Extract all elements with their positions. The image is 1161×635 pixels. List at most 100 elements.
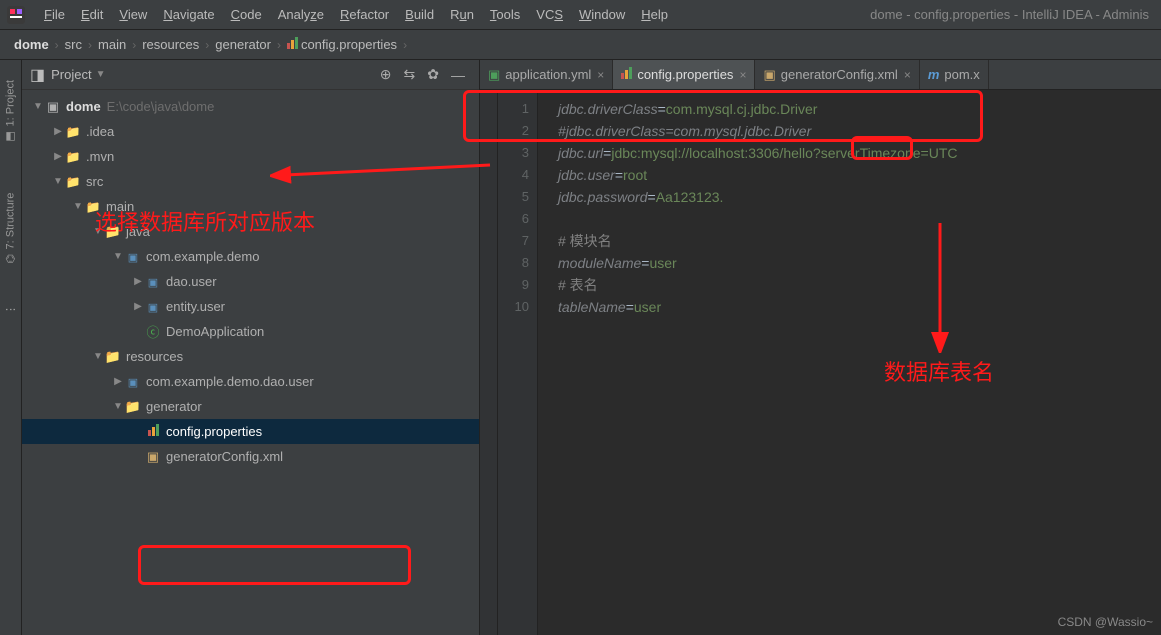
chevron-right-icon: › bbox=[397, 38, 413, 52]
menu-vcs[interactable]: VCS bbox=[528, 7, 571, 22]
toolwindow-project[interactable]: ◨1: Project bbox=[4, 70, 17, 153]
menu-analyze[interactable]: Analyze bbox=[270, 7, 332, 22]
crumb-main[interactable]: main bbox=[98, 37, 126, 52]
spring-boot-icon: ⓒ bbox=[144, 322, 162, 341]
code-line-4: jdbc.user=root bbox=[558, 164, 1161, 186]
tree-generator[interactable]: ▼ 📁 generator bbox=[22, 394, 479, 419]
menu-navigate[interactable]: Navigate bbox=[155, 7, 222, 22]
toolwindow-structure[interactable]: ⌬7: Structure bbox=[4, 183, 17, 273]
expand-arrow-icon[interactable]: ▼ bbox=[52, 176, 64, 187]
package-icon bbox=[144, 299, 162, 314]
properties-file-icon bbox=[144, 424, 162, 439]
project-view-label[interactable]: Project bbox=[51, 67, 91, 82]
module-icon: ▣ bbox=[44, 99, 62, 115]
expand-arrow-icon[interactable]: ▼ bbox=[92, 226, 104, 237]
expand-arrow-icon[interactable]: ▼ bbox=[112, 401, 124, 412]
tree-src[interactable]: ▼ src bbox=[22, 169, 479, 194]
expand-arrow-icon[interactable]: ▶ bbox=[132, 301, 144, 312]
code-content[interactable]: jdbc.driverClass=com.mysql.cj.jdbc.Drive… bbox=[538, 90, 1161, 635]
maven-file-icon: m bbox=[928, 67, 940, 82]
crumb-generator[interactable]: generator bbox=[215, 37, 271, 52]
crumb-resources[interactable]: resources bbox=[142, 37, 199, 52]
menu-window[interactable]: Window bbox=[571, 7, 633, 22]
annotation-box-tree bbox=[138, 545, 411, 585]
tree-root[interactable]: ▼ ▣ dome E:\code\java\dome bbox=[22, 94, 479, 119]
expand-arrow-icon[interactable]: ▶ bbox=[52, 126, 64, 137]
crumb-dome[interactable]: dome bbox=[14, 37, 49, 52]
tree-config-properties[interactable]: config.properties bbox=[22, 419, 479, 444]
menu-file[interactable]: File bbox=[36, 7, 73, 22]
yml-file-icon: ▣ bbox=[488, 67, 500, 83]
tree-dao[interactable]: ▶ dao.user bbox=[22, 269, 479, 294]
tree-idea[interactable]: ▶ .idea bbox=[22, 119, 479, 144]
tree-main[interactable]: ▼ main bbox=[22, 194, 479, 219]
chevron-right-icon: › bbox=[49, 38, 65, 52]
tree-generator-xml[interactable]: ▣ generatorConfig.xml bbox=[22, 444, 479, 469]
app-logo-icon bbox=[6, 5, 26, 25]
project-tree[interactable]: ▼ ▣ dome E:\code\java\dome ▶ .idea ▶ .mv… bbox=[22, 90, 479, 635]
line-gutter[interactable]: 123 456 789 10 bbox=[498, 90, 538, 635]
menu-run[interactable]: Run bbox=[442, 7, 482, 22]
tree-demoapp[interactable]: ⓒ DemoApplication bbox=[22, 319, 479, 344]
expand-arrow-icon[interactable]: ▶ bbox=[52, 151, 64, 162]
menu-view[interactable]: View bbox=[111, 7, 155, 22]
code-line-1: jdbc.driverClass=com.mysql.cj.jdbc.Drive… bbox=[558, 98, 1161, 120]
folder-icon bbox=[64, 174, 82, 189]
editor-tabs: ▣ application.yml × config.properties × … bbox=[480, 60, 1161, 90]
code-line-5: jdbc.password=Aa123123. bbox=[558, 186, 1161, 208]
resources-folder-icon: 📁 bbox=[104, 349, 122, 365]
menu-help[interactable]: Help bbox=[633, 7, 676, 22]
menu-bar: File Edit View Navigate Code Analyze Ref… bbox=[0, 0, 1161, 30]
tab-config-properties[interactable]: config.properties × bbox=[613, 60, 755, 89]
chevron-right-icon: › bbox=[199, 38, 215, 52]
dropdown-icon[interactable]: ▼ bbox=[96, 69, 106, 80]
tree-pkg[interactable]: ▼ com.example.demo bbox=[22, 244, 479, 269]
code-editor[interactable]: 123 456 789 10 jdbc.driverClass=com.mysq… bbox=[480, 90, 1161, 635]
menu-code[interactable]: Code bbox=[223, 7, 270, 22]
breadcrumb-bar: dome› src› main› resources› generator› c… bbox=[0, 30, 1161, 60]
crumb-config[interactable]: config.properties bbox=[301, 37, 397, 52]
window-title: dome - config.properties - IntelliJ IDEA… bbox=[870, 7, 1155, 22]
tree-java[interactable]: ▼ 📁 java bbox=[22, 219, 479, 244]
project-view-icon: ◨ bbox=[30, 65, 45, 85]
tab-generator-config-xml[interactable]: ▣ generatorConfig.xml × bbox=[755, 60, 919, 89]
folder-icon bbox=[64, 124, 82, 139]
crumb-src[interactable]: src bbox=[65, 37, 82, 52]
expand-arrow-icon[interactable]: ▶ bbox=[132, 276, 144, 287]
xml-file-icon: ▣ bbox=[763, 67, 775, 83]
expand-arrow-icon[interactable]: ▼ bbox=[92, 351, 104, 362]
expand-arrow-icon[interactable]: ▼ bbox=[112, 251, 124, 262]
close-tab-icon[interactable]: × bbox=[739, 68, 746, 82]
hide-panel-icon[interactable]: — bbox=[445, 67, 471, 83]
menu-edit[interactable]: Edit bbox=[73, 7, 111, 22]
expand-arrow-icon[interactable]: ▼ bbox=[32, 101, 44, 112]
code-line-9: # 表名 bbox=[558, 274, 1161, 296]
tree-daouser-pkg[interactable]: ▶ com.example.demo.dao.user bbox=[22, 369, 479, 394]
settings-gear-icon[interactable]: ✿ bbox=[421, 66, 445, 83]
close-tab-icon[interactable]: × bbox=[904, 68, 911, 82]
package-icon bbox=[124, 249, 142, 264]
tab-application-yml[interactable]: ▣ application.yml × bbox=[480, 60, 613, 89]
menu-tools[interactable]: Tools bbox=[482, 7, 528, 22]
expand-arrow-icon[interactable]: ▶ bbox=[112, 376, 124, 387]
source-folder-icon: 📁 bbox=[104, 224, 122, 240]
code-line-10: tableName=user bbox=[558, 296, 1161, 318]
folder-icon bbox=[84, 199, 102, 214]
select-opened-file-icon[interactable]: ⊕ bbox=[374, 66, 398, 83]
toolwindow-extra[interactable]: ⋮ bbox=[4, 294, 17, 325]
close-tab-icon[interactable]: × bbox=[597, 68, 604, 82]
menu-build[interactable]: Build bbox=[397, 7, 442, 22]
tree-resources[interactable]: ▼ 📁 resources bbox=[22, 344, 479, 369]
watermark: CSDN @Wassio~ bbox=[1058, 615, 1153, 629]
tree-entity[interactable]: ▶ entity.user bbox=[22, 294, 479, 319]
tree-mvn[interactable]: ▶ .mvn bbox=[22, 144, 479, 169]
editor-area: ▣ application.yml × config.properties × … bbox=[480, 60, 1161, 635]
code-line-8: moduleName=user bbox=[558, 252, 1161, 274]
tab-pom-xml[interactable]: m pom.x bbox=[920, 60, 989, 89]
menu-refactor[interactable]: Refactor bbox=[332, 7, 397, 22]
collapse-all-icon[interactable]: ⇆ bbox=[398, 66, 422, 83]
tree-root-path: E:\code\java\dome bbox=[107, 99, 215, 114]
expand-arrow-icon[interactable]: ▼ bbox=[72, 201, 84, 212]
project-panel-header: ◨ Project ▼ ⊕ ⇆ ✿ — bbox=[22, 60, 479, 90]
code-line-2: #jdbc.driverClass=com.mysql.jdbc.Driver bbox=[558, 120, 1161, 142]
